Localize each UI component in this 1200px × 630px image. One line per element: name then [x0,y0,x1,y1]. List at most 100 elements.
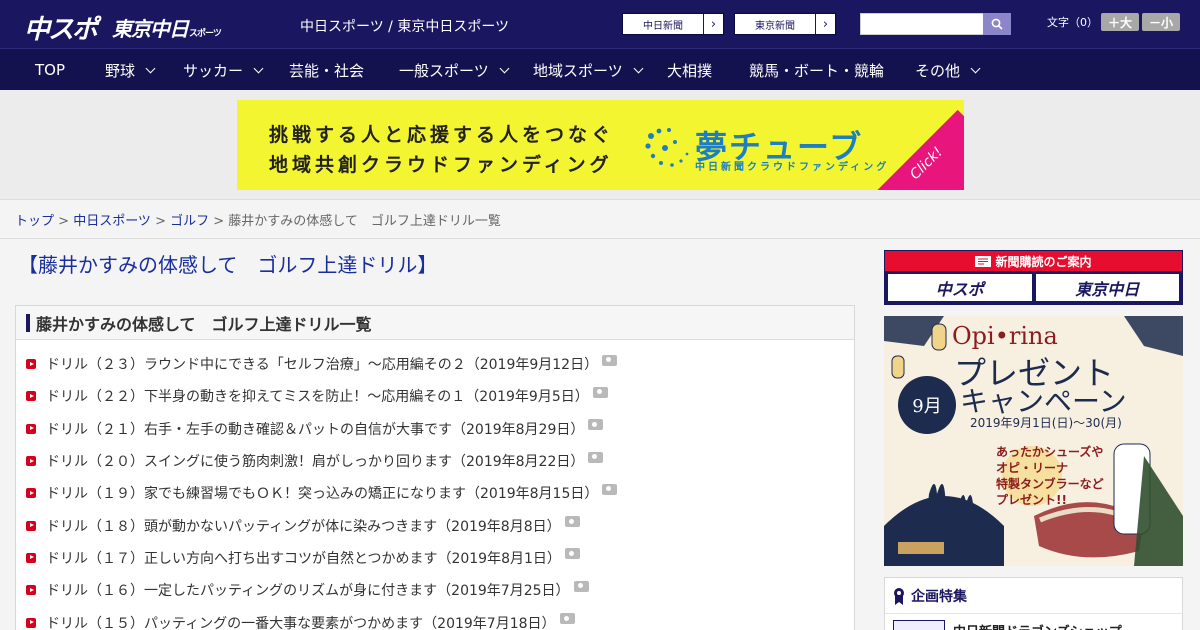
chunichi-shimbun-button[interactable]: 中日新聞 › [622,13,724,35]
breadcrumb-sep: > [54,214,74,229]
main-nav: TOP 野球 サッカー 芸能・社会 一般スポーツ 地域スポーツ 大相撲 競馬・ボ… [0,48,1200,90]
nav-label: 地域スポーツ [533,61,623,80]
nav-item-other[interactable]: その他 [915,49,981,91]
search-icon [991,18,1003,30]
nav-item-baseball[interactable]: 野球 [105,49,156,91]
article-link[interactable]: ドリル（１９）家でも練習場でもＯＫ！突っ込みの矯正になります（2019年8月15… [46,483,598,503]
font-smaller-button[interactable]: －小 [1142,13,1180,31]
article-link[interactable]: ドリル（１８）頭が動かないパッティングが体に染みつきます（2019年8月8日） [46,516,561,536]
special-features-title: 企画特集 [911,588,967,605]
nav-label: その他 [915,61,961,80]
campaign-note-line: あったかシューズや [996,445,1104,459]
arrow-marker-icon [26,520,36,531]
list-item[interactable]: ドリル（１５）パッティングの一番大事な要素がつかめます（2019年7月18日） [16,606,854,630]
list-item[interactable]: ドリル（１９）家でも練習場でもＯＫ！突っ込みの矯正になります（2019年8月15… [16,477,854,509]
chevron-down-icon [499,63,510,73]
nav-label: 芸能・社会 [289,61,365,80]
arrow-marker-icon [26,552,36,563]
site-header: 中スポ 東京中日スポーツ 中日スポーツ / 東京中日スポーツ 中日新聞 › 東京… [0,0,1200,48]
list-item[interactable]: ドリル（１６）一定したパッティングのリズムが身に付きます（2019年7月25日） [16,574,854,606]
special-features-head: 企画特集 [885,578,1182,614]
campaign-brand: Opi•rina [952,322,1058,350]
dots-logo-icon [645,128,689,167]
chevron-right-icon: › [815,14,835,34]
breadcrumb-sep: > [150,214,171,229]
chevron-down-icon [633,63,644,73]
list-item[interactable]: ドリル（１８）頭が動かないパッティングが体に染みつきます（2019年8月8日） [16,509,854,541]
article-link[interactable]: ドリル（１６）一定したパッティングのリズムが身に付きます（2019年7月25日） [46,580,570,600]
article-list-panel: 藤井かすみの体感して ゴルフ上達ドリル一覧 ドリル（２３）ラウンド中にできる「セ… [15,305,855,630]
arrow-marker-icon [26,391,36,402]
breadcrumb: トップ > 中日スポーツ > ゴルフ > 藤井かすみの体感して ゴルフ上達ドリル… [15,210,501,229]
chevron-down-icon [970,63,981,73]
nav-item-sumo[interactable]: 大相撲 [667,49,712,91]
banner-line2: 地域共創クラウドファンディング [269,154,613,176]
list-header-title: 藤井かすみの体感して ゴルフ上達ドリル一覧 [36,314,372,334]
ribbon-icon [894,587,904,605]
camera-icon [573,580,589,592]
list-item[interactable]: ドリル（１７）正しい方向へ打ち出すコツが自然とつかめます（2019年8月1日） [16,542,854,574]
list-header: 藤井かすみの体感して ゴルフ上達ドリル一覧 [16,306,854,340]
subscription-head-label: 新聞購読のご案内 [995,254,1092,269]
nav-item-entertainment[interactable]: 芸能・社会 [289,49,364,91]
article-link[interactable]: ドリル（２３）ラウンド中にできる「セルフ治療」～応用編その２（2019年9月12… [46,354,598,374]
camera-icon [588,419,604,431]
campaign-date: 2019年9月1日(日)～30(月) [970,416,1122,430]
search-input[interactable] [860,13,984,35]
camera-icon [588,451,604,463]
tokyo-shimbun-button[interactable]: 東京新聞 › [734,13,836,35]
chevron-down-icon [145,63,156,73]
breadcrumb-top[interactable]: トップ [15,214,54,229]
nav-item-general-sports[interactable]: 一般スポーツ [399,49,510,91]
breadcrumb-chunichi-sports[interactable]: 中日スポーツ [73,214,151,229]
list-item[interactable]: ドリル（２２）下半身の動きを抑えてミスを防止！～応用編その１（2019年9月5日… [16,380,854,412]
arrow-marker-icon [26,359,36,370]
breadcrumb-golf[interactable]: ゴルフ [170,214,209,229]
nav-item-local-sports[interactable]: 地域スポーツ [533,49,644,91]
site-links[interactable]: 中日スポーツ / 東京中日スポーツ [300,16,509,36]
nav-item-top[interactable]: TOP [35,49,65,91]
article-list: ドリル（２３）ラウンド中にできる「セルフ治療」～応用編その２（2019年9月12… [16,340,854,630]
subscribe-tokyo-button[interactable]: 東京中日 [1035,274,1179,301]
tokyo-logo-sub: スポーツ [189,29,222,39]
campaign-note-line: オピ・リーナ [996,461,1069,475]
chevron-down-icon [253,63,264,73]
banner-line1: 挑戦する人と応援する人をつなぐ [269,124,615,146]
article-link[interactable]: ドリル（２１）右手・左手の動き確認＆パットの自信が大事です（2019年8月29日… [46,419,584,439]
nav-item-racing[interactable]: 競馬・ボート・競輪 [749,49,884,91]
special-feature-item[interactable]: 中日新聞ドラゴンズショップ [893,620,1122,630]
camera-icon [564,548,580,560]
article-link[interactable]: ドリル（１７）正しい方向へ打ち出すコツが自然とつかめます（2019年8月1日） [46,548,561,568]
subscribe-chuspo-button[interactable]: 中スポ [888,274,1032,301]
arrow-marker-icon [26,423,36,434]
camera-icon [592,386,608,398]
special-feature-label: 中日新聞ドラゴンズショップ [953,621,1122,630]
camera-icon [602,483,618,495]
header-accent-bar [26,313,30,332]
opirina-campaign-ad[interactable]: Opi•rina プレゼント キャンペーン 2019年9月1日(日)～30(月)… [884,316,1183,566]
nav-label: 野球 [105,61,136,80]
banner-area: 挑戦する人と応援する人をつなぐ 地域共創クラウドファンディング 夢チューブ 中日… [0,90,1200,200]
article-link[interactable]: ドリル（２０）スイングに使う筋肉刺激！肩がしっかり回ります（2019年8月22日… [46,451,584,471]
chunichi-shimbun-label: 中日新聞 [643,20,683,32]
list-item[interactable]: ドリル（２１）右手・左手の動き確認＆パットの自信が大事です（2019年8月29日… [16,413,854,445]
font-larger-button[interactable]: ＋大 [1101,13,1139,31]
subscription-box: 新聞購読のご案内 中スポ 東京中日 [884,250,1183,305]
nav-item-soccer[interactable]: サッカー [183,49,264,91]
search-button[interactable] [983,13,1011,35]
subscription-head: 新聞購読のご案内 [885,251,1182,271]
tokyo-logo-main: 東京中日 [112,17,189,41]
special-feature-thumbnail [893,620,945,630]
chuspo-logo[interactable]: 中スポ [24,9,98,46]
nav-label: 競馬・ボート・競輪 [749,61,885,80]
banner-click-label: Click! [872,109,964,190]
tokyo-chunichi-logo[interactable]: 東京中日スポーツ [112,13,222,42]
list-item[interactable]: ドリル（２０）スイングに使う筋肉刺激！肩がしっかり回ります（2019年8月22日… [16,445,854,477]
banner-brand-sub: 中日新聞クラウドファンディング [695,162,890,173]
nav-label: 一般スポーツ [399,61,489,80]
list-item[interactable]: ドリル（２３）ラウンド中にできる「セルフ治療」～応用編その２（2019年9月12… [16,348,854,380]
article-link[interactable]: ドリル（１５）パッティングの一番大事な要素がつかめます（2019年7月18日） [46,613,556,630]
crowdfunding-banner[interactable]: 挑戦する人と応援する人をつなぐ 地域共創クラウドファンディング 夢チューブ 中日… [237,100,964,190]
article-link[interactable]: ドリル（２２）下半身の動きを抑えてミスを防止！～応用編その１（2019年9月5日… [46,386,589,406]
camera-icon [559,613,575,625]
